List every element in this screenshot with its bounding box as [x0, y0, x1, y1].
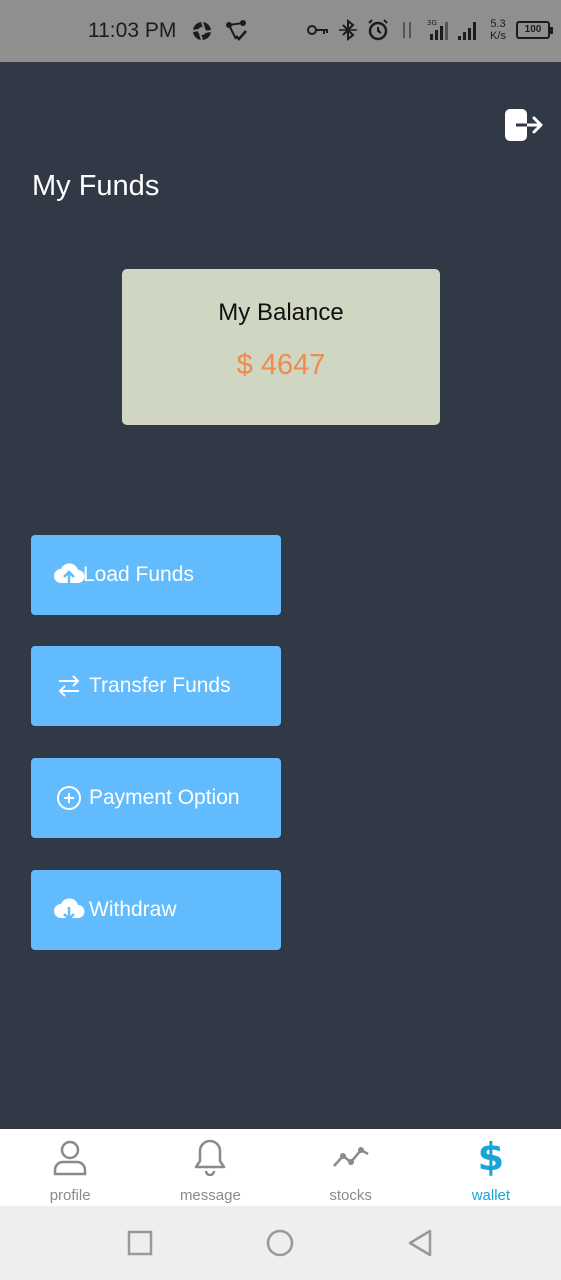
- nav-label-wallet: wallet: [471, 1187, 511, 1204]
- status-left-icons: [190, 19, 248, 43]
- signal-icon: [458, 22, 476, 40]
- trend-line-icon: [331, 1137, 371, 1177]
- status-right-icons: 3G 5.3 K/s 100: [306, 18, 553, 42]
- page-title: My Funds: [32, 170, 160, 202]
- cloud-download-icon: [53, 894, 85, 926]
- triangle-back-icon[interactable]: [404, 1226, 438, 1260]
- status-time: 11:03 PM: [88, 19, 177, 42]
- swap-arrows-icon: [53, 670, 85, 702]
- nav-item-message[interactable]: message: [140, 1129, 280, 1206]
- balance-label: My Balance: [218, 299, 344, 326]
- nav-item-wallet[interactable]: $ wallet: [421, 1129, 561, 1206]
- aperture-icon: [192, 21, 212, 41]
- nav-item-stocks[interactable]: stocks: [281, 1129, 421, 1206]
- withdraw-label: Withdraw: [89, 898, 177, 921]
- key-icon: [307, 25, 328, 35]
- battery-icon: 100: [516, 21, 553, 39]
- bottom-nav: profile message stocks $ wallet: [0, 1129, 561, 1206]
- nav-item-profile[interactable]: profile: [0, 1129, 140, 1206]
- nav-label-profile: profile: [49, 1187, 91, 1204]
- logout-icon[interactable]: [504, 108, 544, 142]
- balance-card: My Balance $ 4647: [122, 269, 440, 425]
- bluetooth-off-icon: [339, 18, 357, 42]
- payment-option-label: Payment Option: [89, 786, 240, 809]
- dollar-icon: $: [477, 1135, 505, 1179]
- bell-icon: [190, 1137, 230, 1177]
- nav-label-stocks: stocks: [329, 1187, 372, 1204]
- plus-circle-icon: [53, 782, 85, 814]
- signal-3g-icon: 3G: [427, 19, 448, 40]
- circle-icon[interactable]: [263, 1226, 297, 1260]
- nav-label-message: message: [179, 1187, 241, 1204]
- alarm-icon: [368, 19, 388, 41]
- withdraw-button[interactable]: Withdraw: [31, 870, 281, 950]
- cloud-upload-icon: [53, 559, 85, 591]
- transfer-funds-label: Transfer Funds: [89, 674, 231, 697]
- person-icon: [50, 1137, 90, 1177]
- transfer-funds-button[interactable]: Transfer Funds: [31, 646, 281, 726]
- square-icon[interactable]: [123, 1226, 157, 1260]
- net-speed-value: 5.3: [490, 18, 506, 30]
- system-nav: [0, 1206, 561, 1280]
- balance-amount: $ 4647: [236, 349, 326, 381]
- payment-option-button[interactable]: Payment Option: [31, 758, 281, 838]
- load-funds-button[interactable]: Load Funds: [31, 535, 281, 615]
- data-arrows-icon: [403, 22, 411, 38]
- network-type-label: 3G: [427, 19, 437, 27]
- share-check-icon: [226, 20, 247, 41]
- net-speed: 5.3 K/s: [486, 18, 510, 42]
- load-funds-label: Load Funds: [83, 563, 194, 586]
- status-bar: 11:03 PM 3G 5.3 K/s 100: [0, 0, 561, 62]
- net-speed-unit: K/s: [490, 30, 506, 42]
